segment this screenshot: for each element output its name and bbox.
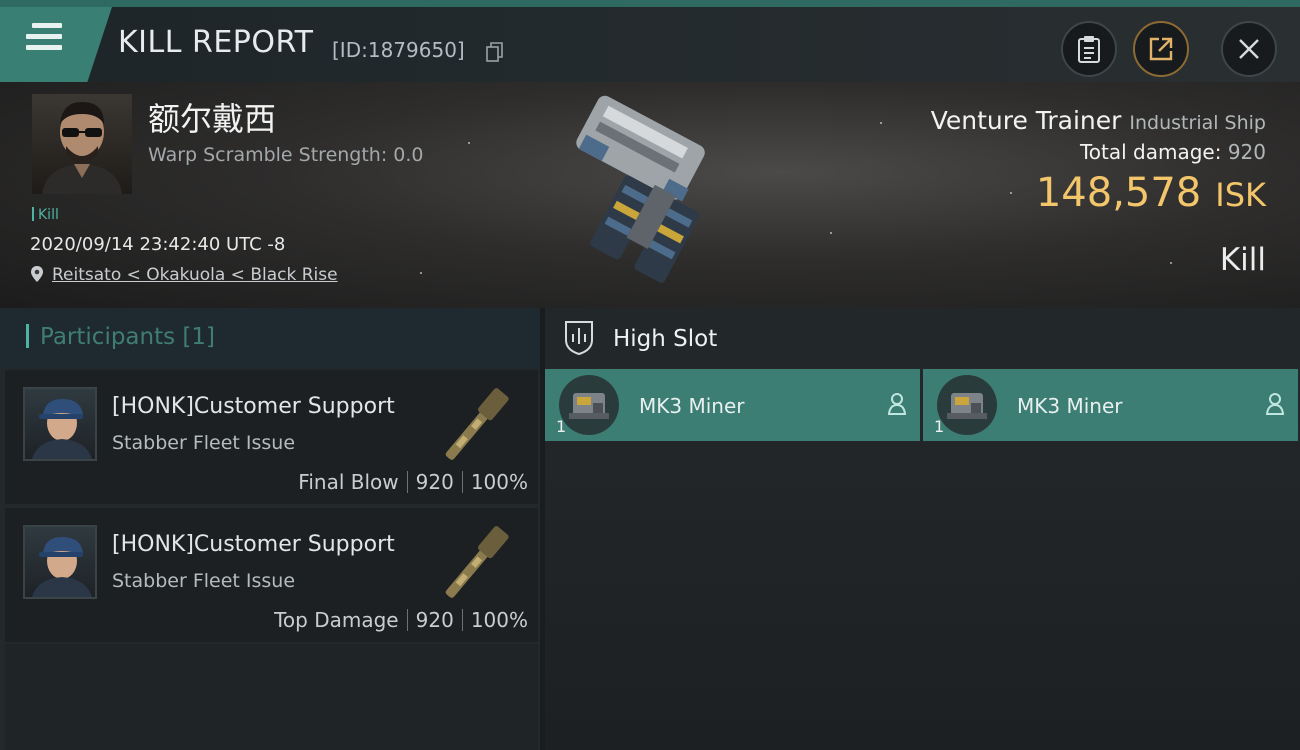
menu-icon <box>26 23 62 53</box>
participant-ship: Stabber Fleet Issue <box>112 570 296 592</box>
close-button[interactable] <box>1221 21 1277 77</box>
module-quantity: 1 <box>556 417 567 436</box>
page-title: KILL REPORT <box>118 25 314 60</box>
participant-damage: 920 <box>415 470 454 494</box>
warp-scramble-strength: Warp Scramble Strength: 0.0 <box>148 144 424 166</box>
participant-stats: Final Blow 920 100% <box>298 470 528 494</box>
participant-name[interactable]: [HONK]Customer Support <box>112 394 395 419</box>
weapon-icon <box>445 526 509 598</box>
participant-row[interactable]: [HONK]Customer Support Stabber Fleet Iss… <box>5 508 538 642</box>
high-slot-title: High Slot <box>613 326 718 352</box>
high-slot-icon <box>565 321 593 356</box>
participants-empty-area <box>5 644 538 750</box>
victim-ship[interactable]: Venture Trainer Industrial Ship <box>931 106 1266 135</box>
high-slot-header: High Slot <box>545 308 1300 368</box>
menu-button[interactable] <box>0 7 112 82</box>
victim-portrait[interactable] <box>32 94 132 194</box>
module-item[interactable]: 1 MK3 Miner <box>923 369 1298 441</box>
participant-name[interactable]: [HONK]Customer Support <box>112 532 395 557</box>
module-quantity: 1 <box>934 417 945 436</box>
share-button[interactable] <box>1133 21 1189 77</box>
location-pin-icon <box>31 266 43 282</box>
report-id: [ID:1879650] <box>332 38 465 62</box>
kill-location[interactable]: Reitsato < Okakuola < Black Rise <box>30 265 338 285</box>
isk-value: 148,578 ISK <box>1035 170 1266 216</box>
victim-name[interactable]: 额尔戴西 <box>148 94 276 140</box>
fitting-panel: High Slot 1 MK3 Miner 1 MK3 Miner <box>545 308 1300 750</box>
participant-row[interactable]: [HONK]Customer Support Stabber Fleet Iss… <box>5 370 538 504</box>
weapon-icon <box>445 388 509 460</box>
user-icon <box>888 393 906 415</box>
kill-timestamp: 2020/09/14 23:42:40 UTC -8 <box>30 234 286 255</box>
copy-icon[interactable] <box>486 42 504 62</box>
total-damage: Total damage: 920 <box>1079 140 1266 164</box>
module-name: MK3 Miner <box>1017 394 1123 418</box>
participant-percent: 100% <box>470 608 528 632</box>
participant-avatar[interactable] <box>23 387 97 461</box>
close-icon <box>1239 39 1259 59</box>
participants-panel: Participants [1] [HONK]Customer Support … <box>0 308 540 750</box>
location-link[interactable]: Reitsato < Okakuola < Black Rise <box>52 265 338 285</box>
participant-ship: Stabber Fleet Issue <box>112 432 296 454</box>
clipboard-icon <box>1078 36 1100 63</box>
module-name: MK3 Miner <box>639 394 745 418</box>
participant-avatar[interactable] <box>23 525 97 599</box>
share-icon <box>1149 37 1173 61</box>
participant-damage: 920 <box>415 608 454 632</box>
participant-stats: Top Damage 920 100% <box>274 608 528 632</box>
participant-role: Final Blow <box>298 470 399 494</box>
miner-module-icon <box>937 375 997 435</box>
user-icon <box>1266 393 1284 415</box>
kill-summary: 额尔戴西 Warp Scramble Strength: 0.0 Kill 20… <box>0 82 1300 308</box>
top-bar: KILL REPORT [ID:1879650] <box>0 0 1300 82</box>
kill-result: Kill <box>1219 242 1266 278</box>
module-item[interactable]: 1 MK3 Miner <box>545 369 920 441</box>
ship-class: Industrial Ship <box>1129 112 1266 134</box>
clipboard-button[interactable] <box>1061 21 1117 77</box>
miner-module-icon <box>559 375 619 435</box>
kill-type-tag: Kill <box>32 207 59 223</box>
participant-percent: 100% <box>470 470 528 494</box>
ship-render[interactable] <box>520 90 790 300</box>
participants-count: [1] <box>182 324 216 350</box>
participant-role: Top Damage <box>274 608 399 632</box>
participants-header: Participants [1] <box>0 308 540 368</box>
